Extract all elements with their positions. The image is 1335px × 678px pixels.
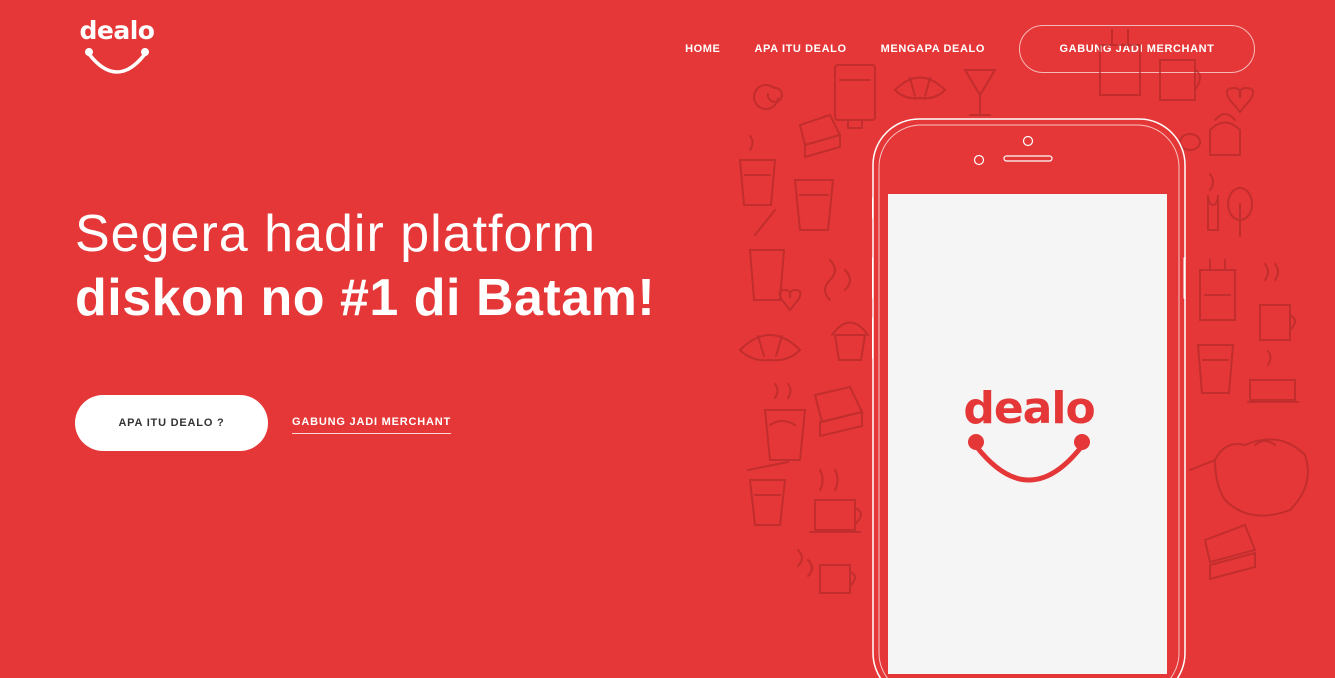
phone-screen-logo: dealo: [950, 382, 1108, 492]
hero-title-line2: diskon no #1 di Batam!: [75, 269, 656, 327]
phone-logo-text: dealo: [963, 383, 1095, 434]
gabung-merchant-link[interactable]: GABUNG JADI MERCHANT: [292, 416, 451, 434]
nav-home[interactable]: HOME: [685, 43, 720, 55]
brand-logo[interactable]: dealo: [75, 16, 159, 78]
smile-icon: [85, 48, 149, 74]
apa-itu-dealo-button[interactable]: APA ITU DEALO ?: [75, 395, 268, 451]
brand-logo-text: dealo: [79, 16, 155, 45]
smile-icon: [968, 434, 1090, 483]
hero-title-line1: Segera hadir platform: [75, 205, 597, 263]
